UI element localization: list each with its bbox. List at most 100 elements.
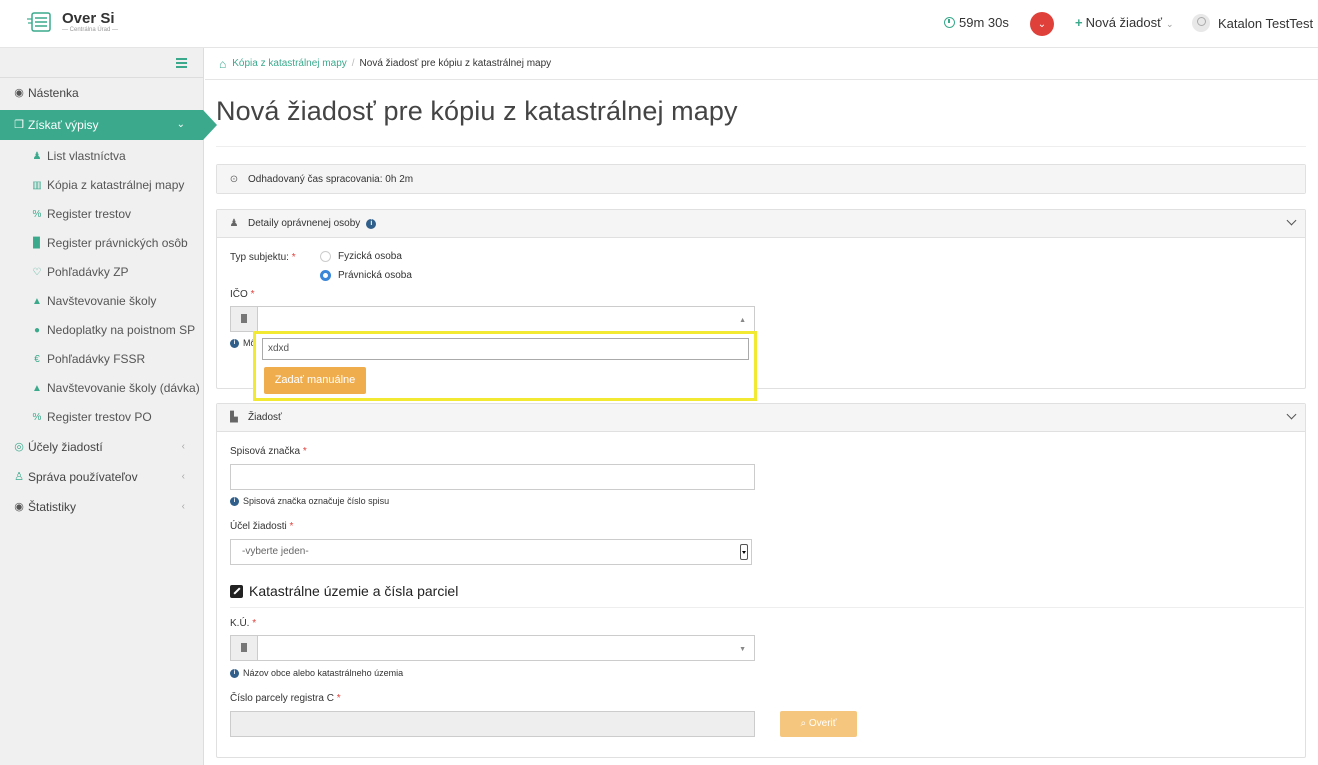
sidebar-item-statistics[interactable]: ◉ Štatistiky ‹ — [0, 492, 203, 522]
notifications-button[interactable]: ⌄ — [1030, 12, 1054, 36]
ico-dropdown: xdxd Zadať manuálne — [253, 331, 757, 401]
users-icon: ♙ — [14, 471, 24, 483]
building-icon: ▉ — [33, 238, 41, 249]
radio-natural-person[interactable]: Fyzická osoba — [320, 251, 402, 262]
sidebar-item-user-management[interactable]: ♙ Správa používateľov ‹ — [0, 462, 203, 492]
sidebar-subitem-label: Navštevovanie školy — [47, 294, 157, 308]
sidebar-subitem-label: Register trestov — [47, 207, 132, 221]
select-arrow-icon — [740, 544, 748, 560]
caret-up-icon: ▲ — [739, 317, 746, 324]
info-icon: i — [230, 668, 239, 678]
sidebar-item-get-extracts[interactable]: ❐ Získať výpisy ⌄ — [0, 110, 217, 140]
stats-icon: ◉ — [14, 501, 24, 513]
verify-button[interactable]: ⌕ Overiť — [780, 711, 857, 737]
radio-legal-person[interactable]: Právnická osoba — [320, 270, 412, 281]
sidebar-subitem-label: Pohľadávky FSSR — [47, 352, 146, 366]
sidebar-subitem-label: List vlastníctva — [47, 149, 126, 163]
breadcrumb: ⌂ Kópia z katastrálnej mapy / Nová žiado… — [205, 48, 1318, 80]
people-icon: ♟ — [32, 151, 42, 162]
home-icon[interactable]: ⌂ — [219, 57, 226, 71]
sidebar-subitem-label: Register trestov PO — [47, 410, 152, 424]
chevron-down-icon[interactable] — [1286, 215, 1297, 226]
purpose-select[interactable]: -vyberte jeden- — [230, 539, 752, 565]
sidebar-subitem-label: Navštevovanie školy (dávka) — [47, 381, 200, 395]
parcel-number-input[interactable] — [230, 711, 755, 737]
copy-icon: ❐ — [14, 119, 24, 131]
radio-label: Fyzická osoba — [338, 251, 402, 262]
sidebar-item-label: Účely žiadostí — [28, 440, 103, 454]
sidebar-subitem-label: Register právnických osôb — [47, 236, 188, 250]
sidebar-item-request-purposes[interactable]: ◎ Účely žiadostí ‹ — [0, 432, 203, 462]
chevron-down-icon: ⌄ — [176, 119, 185, 130]
breadcrumb-separator: / — [351, 58, 355, 69]
purpose-label: Účel žiadosti * — [230, 521, 294, 532]
sidebar-item-label: Štatistiky — [28, 500, 77, 514]
radio-label: Právnická osoba — [338, 270, 412, 281]
chevron-down-icon[interactable] — [1286, 409, 1297, 420]
title-divider — [216, 146, 1306, 147]
processing-time-header: ⊙ Odhadovaný čas spracovania: 0h 2m — [217, 165, 1305, 193]
ico-label: IČO * — [230, 289, 255, 300]
stethoscope-icon: ♡ — [32, 267, 42, 278]
percent-icon: % — [32, 412, 42, 423]
app-logo[interactable]: Over Si — Centrálna Úrad — — [26, 10, 118, 34]
sidebar-subitem-ownership[interactable]: ♟ List vlastníctva — [0, 142, 203, 171]
panel-title: Žiadosť — [248, 412, 282, 423]
sidebar-item-dashboard[interactable]: ◉ Nástenka — [0, 78, 203, 108]
building-icon — [231, 636, 258, 660]
case-number-label: Spisová značka * — [230, 446, 307, 457]
sidebar-subitem-sp-arrears[interactable]: ● Nedoplatky na poistnom SP — [0, 316, 203, 345]
ico-hint: i Mô — [230, 338, 256, 348]
graduation-cap-icon: ▲ — [32, 296, 42, 307]
breadcrumb-link[interactable]: Kópia z katastrálnej mapy — [232, 58, 347, 69]
panel-title: Detaily oprávnenej osoby — [248, 218, 361, 229]
subject-type-label: Typ subjektu: * — [230, 252, 296, 263]
processing-time-label: Odhadovaný čas spracovania: 0h 2m — [248, 173, 414, 185]
chevron-down-icon: ⌄ — [1166, 19, 1174, 29]
chevron-left-icon: ‹ — [181, 471, 185, 482]
graduation-cap-icon: ▲ — [32, 383, 42, 394]
info-icon[interactable]: i — [366, 218, 377, 229]
sidebar-subitem-criminal-register[interactable]: % Register trestov — [0, 200, 203, 229]
person-icon: ♟ — [229, 218, 239, 229]
ku-hint: i Názov obce alebo katastrálneho územia — [230, 668, 403, 678]
ico-search-input[interactable]: xdxd — [262, 338, 749, 360]
sidebar-subitem-criminal-register-po[interactable]: % Register trestov PO — [0, 403, 203, 432]
radio-circle-selected[interactable] — [320, 270, 331, 281]
top-bar: Over Si — Centrálna Úrad — 59m 30s ⌄ + No… — [0, 0, 1318, 48]
request-panel: ▙ Žiadosť — [216, 403, 1306, 758]
session-timer: 59m 30s — [944, 15, 1009, 30]
user-name: Katalon TestTest — [1218, 15, 1314, 31]
edit-icon — [230, 584, 243, 598]
chevron-left-icon: ‹ — [181, 501, 185, 512]
sidebar-subitem-school-attendance[interactable]: ▲ Navštevovanie školy — [0, 287, 203, 316]
app-subtitle: — Centrálna Úrad — — [62, 26, 119, 33]
app-name: Over Si — [62, 9, 115, 27]
request-header[interactable]: ▙ Žiadosť — [217, 404, 1305, 432]
page-title: Nová žiadosť pre kópiu z katastrálnej ma… — [216, 96, 738, 126]
section-divider — [230, 607, 1304, 608]
radio-circle[interactable] — [320, 251, 331, 262]
sidebar-subitem-school-attendance-batch[interactable]: ▲ Navštevovanie školy (dávka) — [0, 374, 203, 403]
chevron-left-icon: ‹ — [181, 441, 185, 452]
sidebar-subitem-legal-entities[interactable]: ▉ Register právnických osôb — [0, 229, 203, 258]
authorized-person-header[interactable]: ♟ Detaily oprávnenej osoby i — [217, 210, 1305, 238]
case-number-hint: i Spisová značka označuje číslo spisu — [230, 496, 389, 506]
sidebar-toggle-bar — [0, 48, 203, 78]
dashboard-icon: ◉ — [14, 87, 24, 99]
plus-icon: + — [1075, 15, 1083, 30]
new-request-menu[interactable]: + Nová žiadosť ⌄ — [1075, 15, 1174, 30]
building-icon — [231, 307, 258, 331]
case-number-input[interactable] — [230, 464, 755, 490]
sidebar-subitem-cadastral-map[interactable]: ▥ Kópia z katastrálnej mapy — [0, 171, 203, 200]
sidebar-subitem-health-claims[interactable]: ♡ Pohľadávky ZP — [0, 258, 203, 287]
sidebar-subitem-fssr-claims[interactable]: € Pohľadávky FSSR — [0, 345, 203, 374]
clock-icon: ⊙ — [229, 173, 239, 185]
ku-select[interactable]: ▼ — [230, 635, 755, 661]
hamburger-icon[interactable] — [176, 58, 187, 70]
ico-select[interactable]: ▲ — [230, 306, 755, 332]
breadcrumb-current: Nová žiadosť pre kópiu z katastrálnej ma… — [359, 58, 552, 69]
file-icon: ▙ — [230, 412, 238, 423]
manual-entry-button[interactable]: Zadať manuálne — [264, 367, 366, 394]
user-menu[interactable]: Katalon TestTest — [1192, 14, 1313, 32]
